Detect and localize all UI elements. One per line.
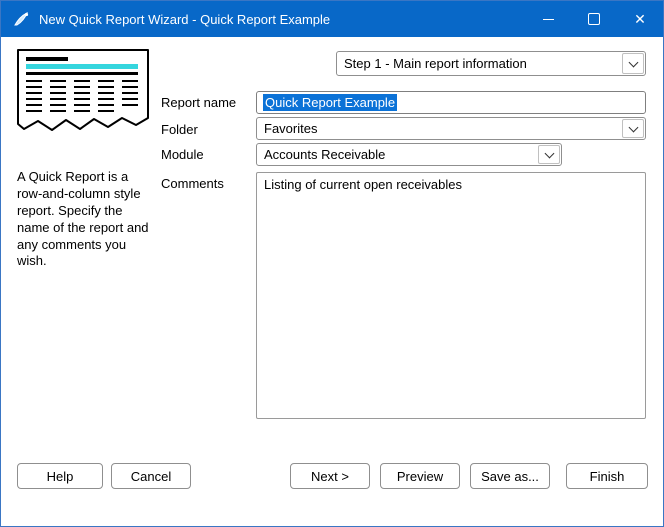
- folder-dropdown-button[interactable]: [622, 119, 644, 138]
- folder-label: Folder: [161, 122, 198, 137]
- minimize-icon: [543, 19, 554, 20]
- step-selector-value: Step 1 - Main report information: [344, 56, 527, 71]
- next-button[interactable]: Next >: [290, 463, 370, 489]
- close-button[interactable]: ✕: [617, 1, 663, 37]
- wizard-app-icon: [13, 11, 30, 28]
- title-bar[interactable]: New Quick Report Wizard - Quick Report E…: [1, 1, 663, 37]
- report-page-icon: [15, 47, 155, 141]
- module-select[interactable]: Accounts Receivable: [256, 143, 562, 166]
- minimize-button[interactable]: [525, 1, 571, 37]
- step-selector[interactable]: Step 1 - Main report information: [336, 51, 646, 76]
- chevron-down-icon: [628, 57, 638, 67]
- folder-select[interactable]: Favorites: [256, 117, 646, 140]
- folder-value: Favorites: [264, 121, 317, 136]
- help-button[interactable]: Help: [17, 463, 103, 489]
- module-dropdown-button[interactable]: [538, 145, 560, 164]
- comments-label: Comments: [161, 176, 224, 191]
- preview-button[interactable]: Preview: [380, 463, 460, 489]
- step-dropdown-button[interactable]: [622, 53, 644, 74]
- module-label: Module: [161, 147, 204, 162]
- cancel-button[interactable]: Cancel: [111, 463, 191, 489]
- window-title: New Quick Report Wizard - Quick Report E…: [39, 12, 330, 27]
- comments-textarea[interactable]: Listing of current open receivables: [256, 172, 646, 419]
- wizard-description: A Quick Report is a row-and-column style…: [17, 169, 155, 270]
- wizard-window: New Quick Report Wizard - Quick Report E…: [0, 0, 664, 527]
- chevron-down-icon: [544, 148, 554, 158]
- module-value: Accounts Receivable: [264, 147, 385, 162]
- maximize-button[interactable]: [571, 1, 617, 37]
- save-as-button[interactable]: Save as...: [470, 463, 550, 489]
- close-icon: ✕: [634, 12, 646, 26]
- maximize-icon: [588, 13, 600, 25]
- chevron-down-icon: [628, 122, 638, 132]
- report-name-value: Quick Report Example: [263, 94, 397, 111]
- report-name-input[interactable]: Quick Report Example: [256, 91, 646, 114]
- report-name-label: Report name: [161, 95, 236, 110]
- finish-button[interactable]: Finish: [566, 463, 648, 489]
